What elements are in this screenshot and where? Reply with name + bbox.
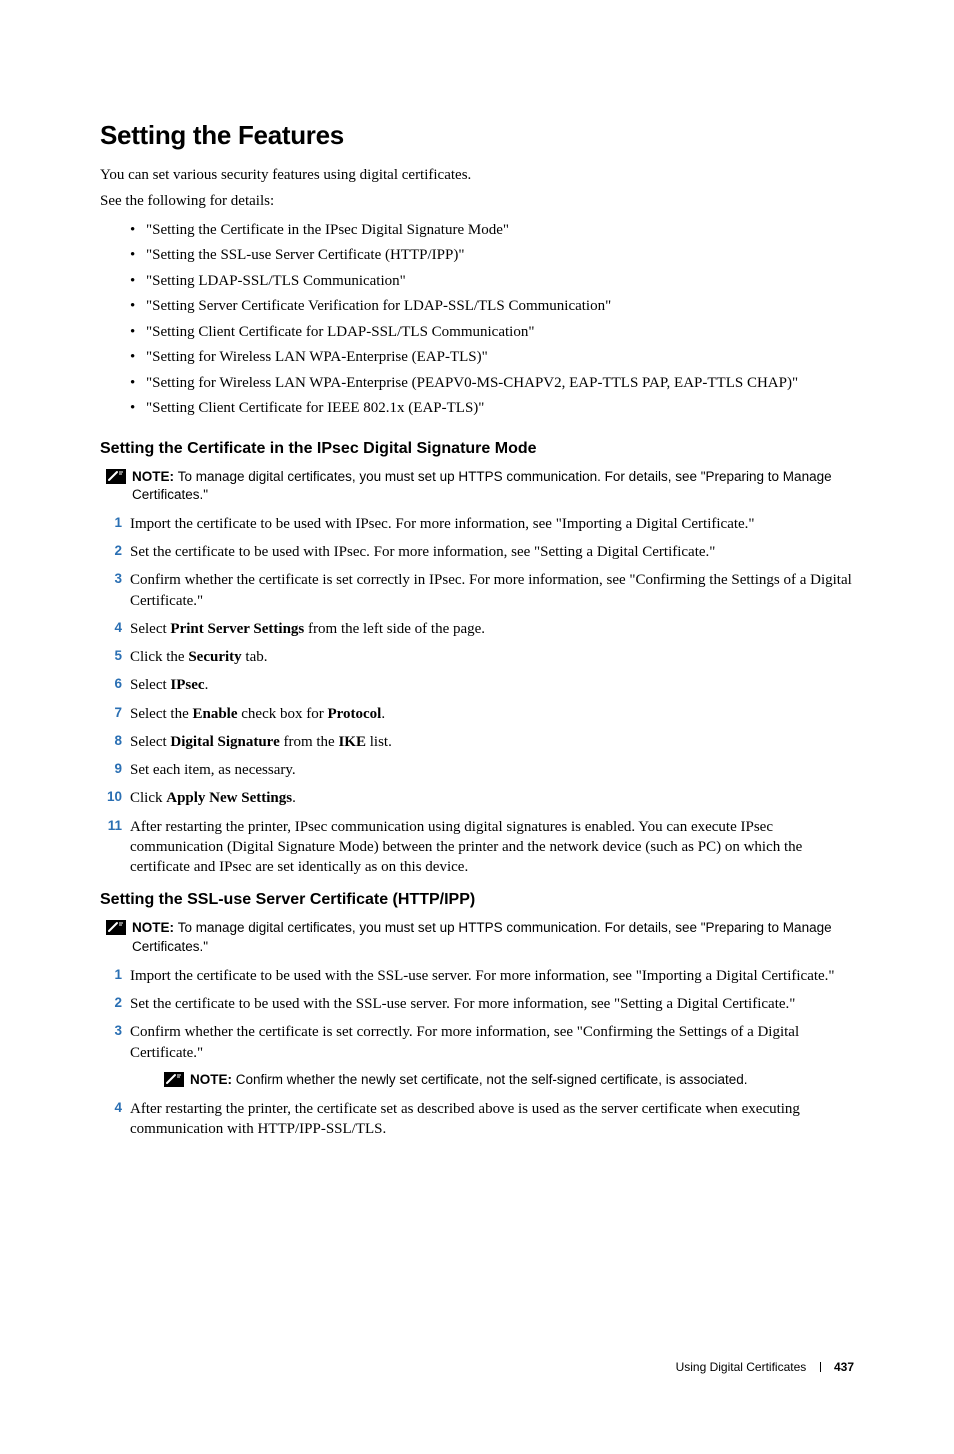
step-number: 2 (100, 994, 122, 1012)
note-icon (106, 920, 126, 935)
step-item: 6 Select IPsec. (100, 675, 854, 695)
note-label: NOTE: (132, 469, 178, 484)
step-text: Set the certificate to be used with the … (130, 996, 795, 1012)
step-number: 2 (100, 542, 122, 560)
note-block: NOTE: To manage digital certificates, yo… (106, 919, 854, 955)
toc-item: "Setting Server Certificate Verification… (130, 294, 854, 320)
step-number: 6 (100, 675, 122, 693)
note-block: NOTE: To manage digital certificates, yo… (106, 468, 854, 504)
step-item: 1 Import the certificate to be used with … (100, 966, 854, 986)
step-item: 3 Confirm whether the certificate is set… (100, 1022, 854, 1089)
note-body: To manage digital certificates, you must… (132, 920, 832, 953)
step-text: Confirm whether the certificate is set c… (130, 572, 852, 608)
step-text: Import the certificate to be used with I… (130, 516, 755, 532)
step-text: After restarting the printer, IPsec comm… (130, 819, 802, 876)
step-item: 10 Click Apply New Settings. (100, 788, 854, 808)
note-text: NOTE: To manage digital certificates, yo… (132, 919, 854, 955)
subsection-heading: Setting the SSL-use Server Certificate (… (100, 891, 854, 909)
steps-list: 1 Import the certificate to be used with … (100, 966, 854, 1140)
step-number: 3 (100, 570, 122, 588)
note-label: NOTE: (132, 920, 178, 935)
step-text: Import the certificate to be used with t… (130, 968, 835, 984)
step-text: Select Digital Signature from the IKE li… (130, 734, 392, 750)
step-number: 1 (100, 514, 122, 532)
note-label: NOTE: (190, 1072, 236, 1087)
document-page: Setting the Features You can set various… (0, 0, 954, 1454)
step-number: 5 (100, 647, 122, 665)
note-text: NOTE: To manage digital certificates, yo… (132, 468, 854, 504)
note-text: NOTE: Confirm whether the newly set cert… (190, 1071, 747, 1089)
step-item: 2 Set the certificate to be used with IPs… (100, 542, 854, 562)
toc-item: "Setting the SSL-use Server Certificate … (130, 243, 854, 269)
intro-paragraph-2: See the following for details: (100, 191, 854, 211)
step-text: Click Apply New Settings. (130, 790, 296, 806)
step-item: 7 Select the Enable check box for Protoco… (100, 704, 854, 724)
step-number: 4 (100, 1099, 122, 1117)
step-item: 11 After restarting the printer, IPsec co… (100, 817, 854, 878)
step-item: 3 Confirm whether the certificate is set … (100, 570, 854, 611)
step-number: 4 (100, 619, 122, 637)
footer-divider (820, 1362, 821, 1372)
note-icon (106, 469, 126, 484)
step-number: 10 (100, 788, 122, 806)
note-icon (164, 1072, 184, 1087)
step-number: 3 (100, 1022, 122, 1040)
toc-item: "Setting for Wireless LAN WPA-Enterprise… (130, 371, 854, 397)
page-footer: Using Digital Certificates 437 (100, 1360, 854, 1374)
section-heading: Setting the Features (100, 120, 854, 151)
step-item: 2 Set the certificate to be used with the… (100, 994, 854, 1014)
step-item: 4 After restarting the printer, the certi… (100, 1099, 854, 1140)
toc-item: "Setting Client Certificate for LDAP-SSL… (130, 320, 854, 346)
step-text: Select the Enable check box for Protocol… (130, 706, 385, 722)
step-text: Set each item, as necessary. (130, 762, 296, 778)
note-body: To manage digital certificates, you must… (132, 469, 832, 502)
step-number: 7 (100, 704, 122, 722)
toc-item: "Setting LDAP-SSL/TLS Communication" (130, 269, 854, 295)
steps-list: 1 Import the certificate to be used with … (100, 514, 854, 878)
step-text: Select Print Server Settings from the le… (130, 621, 485, 637)
step-number: 1 (100, 966, 122, 984)
note-body: Confirm whether the newly set certificat… (236, 1072, 748, 1087)
toc-item: "Setting for Wireless LAN WPA-Enterprise… (130, 345, 854, 371)
note-block-inner: NOTE: Confirm whether the newly set cert… (164, 1071, 854, 1089)
footer-page-number: 437 (834, 1360, 854, 1374)
step-item: 4 Select Print Server Settings from the l… (100, 619, 854, 639)
step-item: 8 Select Digital Signature from the IKE l… (100, 732, 854, 752)
step-item: 5 Click the Security tab. (100, 647, 854, 667)
step-text: Set the certificate to be used with IPse… (130, 544, 715, 560)
subsection-heading: Setting the Certificate in the IPsec Dig… (100, 440, 854, 458)
step-text: Click the Security tab. (130, 649, 267, 665)
step-number: 8 (100, 732, 122, 750)
step-item: 1 Import the certificate to be used with … (100, 514, 854, 534)
toc-item: "Setting the Certificate in the IPsec Di… (130, 218, 854, 244)
step-text: Select IPsec. (130, 677, 208, 693)
intro-paragraph-1: You can set various security features us… (100, 165, 854, 185)
footer-chapter: Using Digital Certificates (676, 1360, 807, 1374)
step-text: Confirm whether the certificate is set c… (130, 1024, 799, 1060)
step-number: 11 (100, 817, 122, 835)
step-item: 9 Set each item, as necessary. (100, 760, 854, 780)
toc-item: "Setting Client Certificate for IEEE 802… (130, 396, 854, 422)
toc-list: "Setting the Certificate in the IPsec Di… (100, 218, 854, 422)
step-number: 9 (100, 760, 122, 778)
step-text: After restarting the printer, the certif… (130, 1101, 800, 1137)
